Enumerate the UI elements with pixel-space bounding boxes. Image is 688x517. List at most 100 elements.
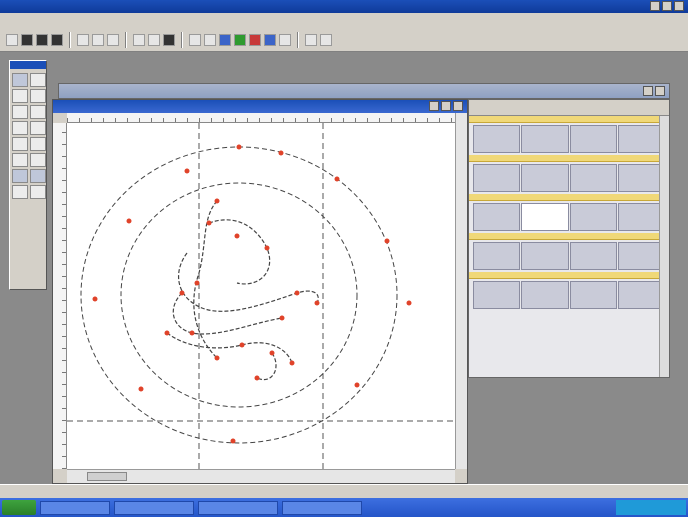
bezier-icon[interactable] <box>30 89 46 103</box>
minimize-icon[interactable] <box>643 86 653 96</box>
paste-icon[interactable] <box>107 33 119 46</box>
node-handle[interactable] <box>269 350 275 356</box>
document-window-controls[interactable] <box>429 101 463 111</box>
eyedropper-icon[interactable] <box>12 153 28 167</box>
maximize-icon[interactable] <box>661 1 672 11</box>
align-icon[interactable] <box>234 33 246 46</box>
knife-icon[interactable] <box>30 153 46 167</box>
node-handles[interactable] <box>92 144 412 444</box>
node-handle[interactable] <box>234 233 240 239</box>
node-handle[interactable] <box>314 300 320 306</box>
settings-icon[interactable] <box>320 33 332 46</box>
new-icon[interactable] <box>6 33 18 46</box>
outline-icon[interactable] <box>12 169 28 183</box>
ellipse-icon[interactable] <box>30 105 46 119</box>
extrude-icon[interactable] <box>30 185 46 199</box>
node-handle[interactable] <box>294 290 300 296</box>
palette-swatch[interactable] <box>521 203 569 231</box>
node-icon[interactable] <box>30 73 46 87</box>
horizontal-scrollbar[interactable] <box>67 469 455 483</box>
node-handle[interactable] <box>289 360 295 366</box>
palette-swatch[interactable] <box>569 164 617 192</box>
print-icon[interactable] <box>51 33 63 46</box>
node-handle[interactable] <box>230 438 236 444</box>
horizontal-ruler[interactable] <box>67 113 455 123</box>
middle-sweep-path[interactable] <box>178 252 319 312</box>
lower-sweep-path[interactable] <box>172 292 283 335</box>
palette-swatch[interactable] <box>473 203 521 231</box>
minimize-icon[interactable] <box>429 101 439 111</box>
taskbar-item[interactable] <box>114 500 194 515</box>
upper-loop-path[interactable] <box>208 219 271 285</box>
vector-drawing[interactable] <box>67 123 455 469</box>
rectangle-icon[interactable] <box>12 105 28 119</box>
grid-icon[interactable] <box>189 33 201 46</box>
node-handle[interactable] <box>92 296 98 302</box>
close-icon[interactable] <box>655 86 665 96</box>
blend-icon[interactable] <box>12 185 28 199</box>
palette-swatch[interactable] <box>473 242 521 270</box>
interactive-icon[interactable] <box>30 169 46 183</box>
outer-ring-path[interactable] <box>80 146 398 444</box>
start-button[interactable] <box>2 500 36 515</box>
close-icon[interactable] <box>674 1 684 11</box>
palette-swatch[interactable] <box>473 125 521 153</box>
taskbar-item[interactable] <box>282 500 362 515</box>
node-handle[interactable] <box>138 386 144 392</box>
text-icon[interactable] <box>12 121 28 135</box>
node-handle[interactable] <box>214 355 220 361</box>
color-icon[interactable] <box>219 33 231 46</box>
palette-swatch[interactable] <box>569 242 617 270</box>
dropdown-icon[interactable] <box>305 33 317 46</box>
node-edit-icon[interactable] <box>249 33 261 46</box>
node-handle[interactable] <box>406 300 412 306</box>
open-icon[interactable] <box>21 33 33 46</box>
node-handle[interactable] <box>184 168 190 174</box>
taskbar-item[interactable] <box>40 500 110 515</box>
node-handle[interactable] <box>179 290 185 296</box>
stem-path[interactable] <box>193 200 218 359</box>
zoom-tool-icon[interactable] <box>12 137 28 151</box>
palette-swatch[interactable] <box>617 125 665 153</box>
close-icon[interactable] <box>453 101 463 111</box>
zoom-icon[interactable] <box>163 33 175 46</box>
pen-icon[interactable] <box>12 89 28 103</box>
palette-swatch[interactable] <box>569 281 617 309</box>
options-icon[interactable] <box>279 33 291 46</box>
node-handle[interactable] <box>384 238 390 244</box>
node-handle[interactable] <box>278 150 284 156</box>
minimize-icon[interactable] <box>649 1 660 11</box>
undo-icon[interactable] <box>133 33 145 46</box>
palette-swatch[interactable] <box>617 203 665 231</box>
document-titlebar[interactable] <box>53 100 467 113</box>
scrollbar-thumb[interactable] <box>87 472 127 481</box>
node-handle[interactable] <box>279 315 285 321</box>
node-handle[interactable] <box>189 330 195 336</box>
palette-swatch[interactable] <box>473 164 521 192</box>
tail-curl-path[interactable] <box>256 352 277 381</box>
drawing-canvas[interactable] <box>67 123 455 469</box>
palette-swatch[interactable] <box>521 281 569 309</box>
palette-swatch[interactable] <box>521 242 569 270</box>
base-stroke-path[interactable] <box>166 332 293 364</box>
palette-header[interactable] <box>469 100 669 116</box>
node-handle[interactable] <box>264 245 270 251</box>
fill-icon[interactable] <box>30 121 46 135</box>
palette-swatch[interactable] <box>617 281 665 309</box>
select-icon[interactable] <box>12 73 28 87</box>
node-handle[interactable] <box>254 375 260 381</box>
redo-icon[interactable] <box>148 33 160 46</box>
node-handle[interactable] <box>164 330 170 336</box>
node-handle[interactable] <box>239 342 245 348</box>
save-icon[interactable] <box>36 33 48 46</box>
node-handle[interactable] <box>126 218 132 224</box>
node-handle[interactable] <box>334 176 340 182</box>
palette-scrollbar[interactable] <box>659 116 669 377</box>
system-tray[interactable] <box>616 500 686 515</box>
vertical-scrollbar[interactable] <box>455 113 467 469</box>
window-controls[interactable] <box>649 1 684 13</box>
vertical-ruler[interactable] <box>53 123 67 469</box>
snap-icon[interactable] <box>204 33 216 46</box>
hand-icon[interactable] <box>30 137 46 151</box>
node-handle[interactable] <box>194 280 200 286</box>
